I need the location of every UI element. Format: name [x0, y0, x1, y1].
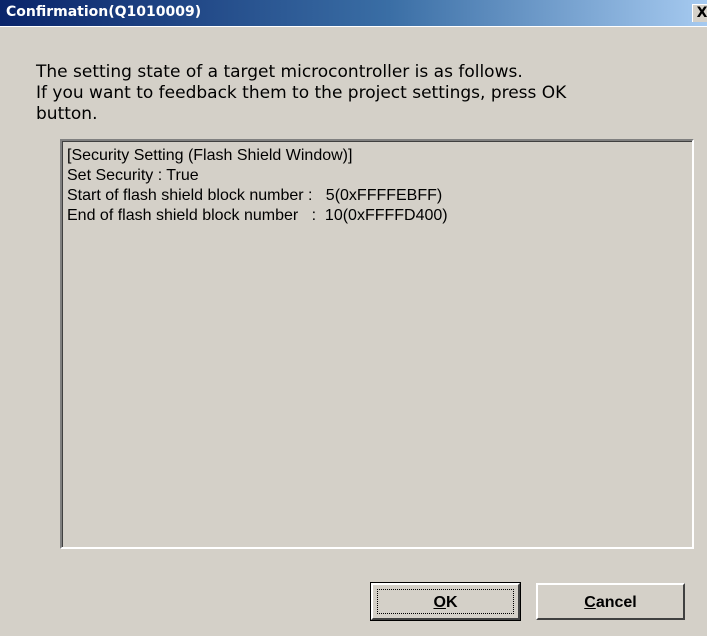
settings-details-box[interactable]: [Security Setting (Flash Shield Window)]…: [60, 139, 694, 549]
cancel-button[interactable]: Cancel: [536, 583, 685, 620]
details-line-4: End of flash shield block number : 10(0x…: [67, 207, 448, 224]
close-button[interactable]: X: [692, 4, 707, 22]
details-line-2: Set Security : True: [67, 167, 199, 184]
cancel-button-label: Cancel: [584, 594, 637, 611]
details-line-1: [Security Setting (Flash Shield Window)]: [67, 147, 353, 164]
message-line-2: If you want to feedback them to the proj…: [36, 83, 567, 103]
message-line-1: The setting state of a target microcontr…: [36, 62, 523, 82]
message-text: The setting state of a target microcontr…: [36, 62, 686, 125]
settings-details-inner: [Security Setting (Flash Shield Window)]…: [62, 141, 692, 547]
confirmation-dialog: Confirmation(Q1010009) X The setting sta…: [0, 0, 707, 636]
ok-button-label: OK: [433, 594, 458, 611]
message-line-3: button.: [36, 104, 98, 124]
settings-details-text: [Security Setting (Flash Shield Window)]…: [67, 146, 448, 226]
close-icon: X: [696, 5, 707, 21]
ok-button[interactable]: OK: [370, 582, 521, 621]
window-title: Confirmation(Q1010009): [6, 4, 202, 20]
details-line-3: Start of flash shield block number : 5(0…: [67, 187, 443, 204]
title-bar[interactable]: Confirmation(Q1010009) X: [0, 0, 707, 27]
